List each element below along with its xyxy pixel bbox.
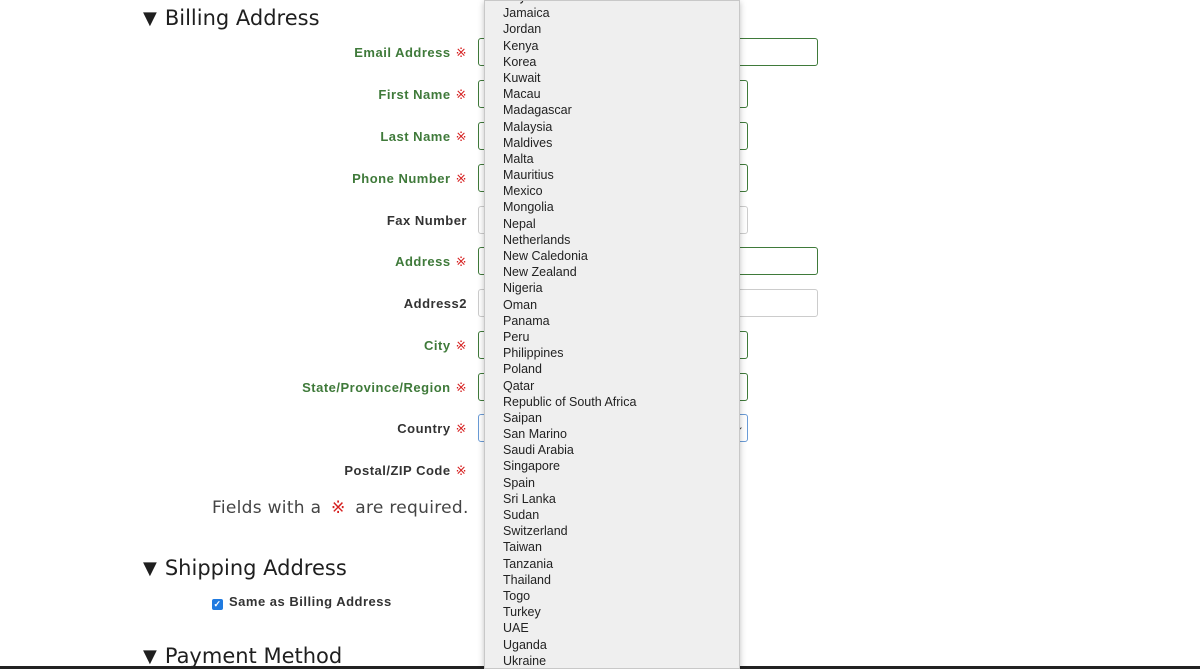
country-option[interactable]: New Caledonia bbox=[485, 248, 739, 264]
required-mark-icon: ※ bbox=[331, 498, 346, 518]
country-option[interactable]: Ukraine bbox=[485, 653, 739, 668]
phone-label: Phone Number ※ bbox=[352, 171, 467, 186]
shipping-address-title: Shipping Address bbox=[164, 556, 347, 580]
state-label: State/Province/Region ※ bbox=[302, 380, 467, 395]
country-option[interactable]: Oman bbox=[485, 297, 739, 313]
country-option[interactable]: Togo bbox=[485, 588, 739, 604]
country-option[interactable]: Switzerland bbox=[485, 523, 739, 539]
country-option[interactable]: Thailand bbox=[485, 572, 739, 588]
checkout-form-page: ▼ Billing Address Email Address ※ First Na… bbox=[0, 0, 1200, 669]
country-option[interactable]: Mongolia bbox=[485, 199, 739, 215]
checkmark-icon: ✓ bbox=[213, 599, 222, 609]
country-option[interactable]: Spain bbox=[485, 475, 739, 491]
country-option[interactable]: Nepal bbox=[485, 216, 739, 232]
country-option[interactable]: Sudan bbox=[485, 507, 739, 523]
required-mark-icon: ※ bbox=[455, 87, 467, 102]
required-fields-note: Fields with a ※ are required. bbox=[212, 498, 469, 518]
country-dropdown-list[interactable]: ItalyJamaicaJordanKenyaKoreaKuwaitMacauM… bbox=[484, 0, 740, 669]
country-option[interactable]: Macau bbox=[485, 86, 739, 102]
country-option[interactable]: Malaysia bbox=[485, 119, 739, 135]
country-option[interactable]: Sri Lanka bbox=[485, 491, 739, 507]
country-option[interactable]: Kenya bbox=[485, 38, 739, 54]
required-mark-icon: ※ bbox=[455, 463, 467, 478]
country-label: Country ※ bbox=[397, 421, 467, 436]
city-label: City ※ bbox=[424, 338, 467, 353]
country-option[interactable]: Mauritius bbox=[485, 167, 739, 183]
required-mark-icon: ※ bbox=[455, 380, 467, 395]
last-name-label: Last Name ※ bbox=[380, 129, 467, 144]
payment-method-title: Payment Method bbox=[164, 644, 343, 668]
required-mark-icon: ※ bbox=[455, 171, 467, 186]
same-as-billing-label[interactable]: Same as Billing Address bbox=[229, 594, 392, 609]
address2-label: Address2 bbox=[403, 296, 467, 311]
fax-label: Fax Number bbox=[386, 213, 467, 228]
email-label: Email Address ※ bbox=[354, 45, 467, 60]
country-option[interactable]: Saipan bbox=[485, 410, 739, 426]
country-option[interactable]: Poland bbox=[485, 361, 739, 377]
country-option[interactable]: Nigeria bbox=[485, 280, 739, 296]
country-option[interactable]: Taiwan bbox=[485, 539, 739, 555]
country-options: ItalyJamaicaJordanKenyaKoreaKuwaitMacauM… bbox=[485, 1, 739, 668]
required-mark-icon: ※ bbox=[455, 254, 467, 269]
triangle-down-icon: ▼ bbox=[143, 558, 157, 579]
required-mark-icon: ※ bbox=[455, 129, 467, 144]
country-option[interactable]: Malta bbox=[485, 151, 739, 167]
country-option[interactable]: Netherlands bbox=[485, 232, 739, 248]
country-option[interactable]: Republic of South Africa bbox=[485, 394, 739, 410]
shipping-address-heading[interactable]: ▼ Shipping Address bbox=[143, 556, 347, 581]
same-as-billing-checkbox[interactable]: ✓ bbox=[212, 599, 223, 610]
country-option[interactable]: Jordan bbox=[485, 21, 739, 37]
country-option[interactable]: Korea bbox=[485, 54, 739, 70]
required-mark-icon: ※ bbox=[455, 338, 467, 353]
country-option[interactable]: Philippines bbox=[485, 345, 739, 361]
required-mark-icon: ※ bbox=[455, 45, 467, 60]
country-option[interactable]: UAE bbox=[485, 620, 739, 636]
required-mark-icon: ※ bbox=[455, 421, 467, 436]
triangle-down-icon: ▼ bbox=[143, 646, 157, 667]
country-option[interactable]: Qatar bbox=[485, 378, 739, 394]
first-name-label: First Name ※ bbox=[378, 87, 467, 102]
country-option[interactable]: Peru bbox=[485, 329, 739, 345]
same-as-billing-row[interactable]: ✓ Same as Billing Address bbox=[212, 594, 392, 610]
country-option[interactable]: San Marino bbox=[485, 426, 739, 442]
postal-label: Postal/ZIP Code ※ bbox=[344, 463, 467, 478]
country-option[interactable]: Kuwait bbox=[485, 70, 739, 86]
billing-address-heading[interactable]: ▼ Billing Address bbox=[143, 6, 320, 31]
country-option[interactable]: Turkey bbox=[485, 604, 739, 620]
address-label: Address ※ bbox=[395, 254, 467, 269]
country-option[interactable]: Uganda bbox=[485, 637, 739, 653]
country-option[interactable]: Singapore bbox=[485, 458, 739, 474]
country-option[interactable]: Saudi Arabia bbox=[485, 442, 739, 458]
country-option[interactable]: Maldives bbox=[485, 135, 739, 151]
billing-address-title: Billing Address bbox=[164, 6, 320, 30]
country-option[interactable]: Tanzania bbox=[485, 556, 739, 572]
country-option[interactable]: Madagascar bbox=[485, 102, 739, 118]
triangle-down-icon: ▼ bbox=[143, 8, 157, 29]
country-option[interactable]: New Zealand bbox=[485, 264, 739, 280]
country-option[interactable]: Jamaica bbox=[485, 5, 739, 21]
country-option[interactable]: Panama bbox=[485, 313, 739, 329]
country-option[interactable]: Mexico bbox=[485, 183, 739, 199]
